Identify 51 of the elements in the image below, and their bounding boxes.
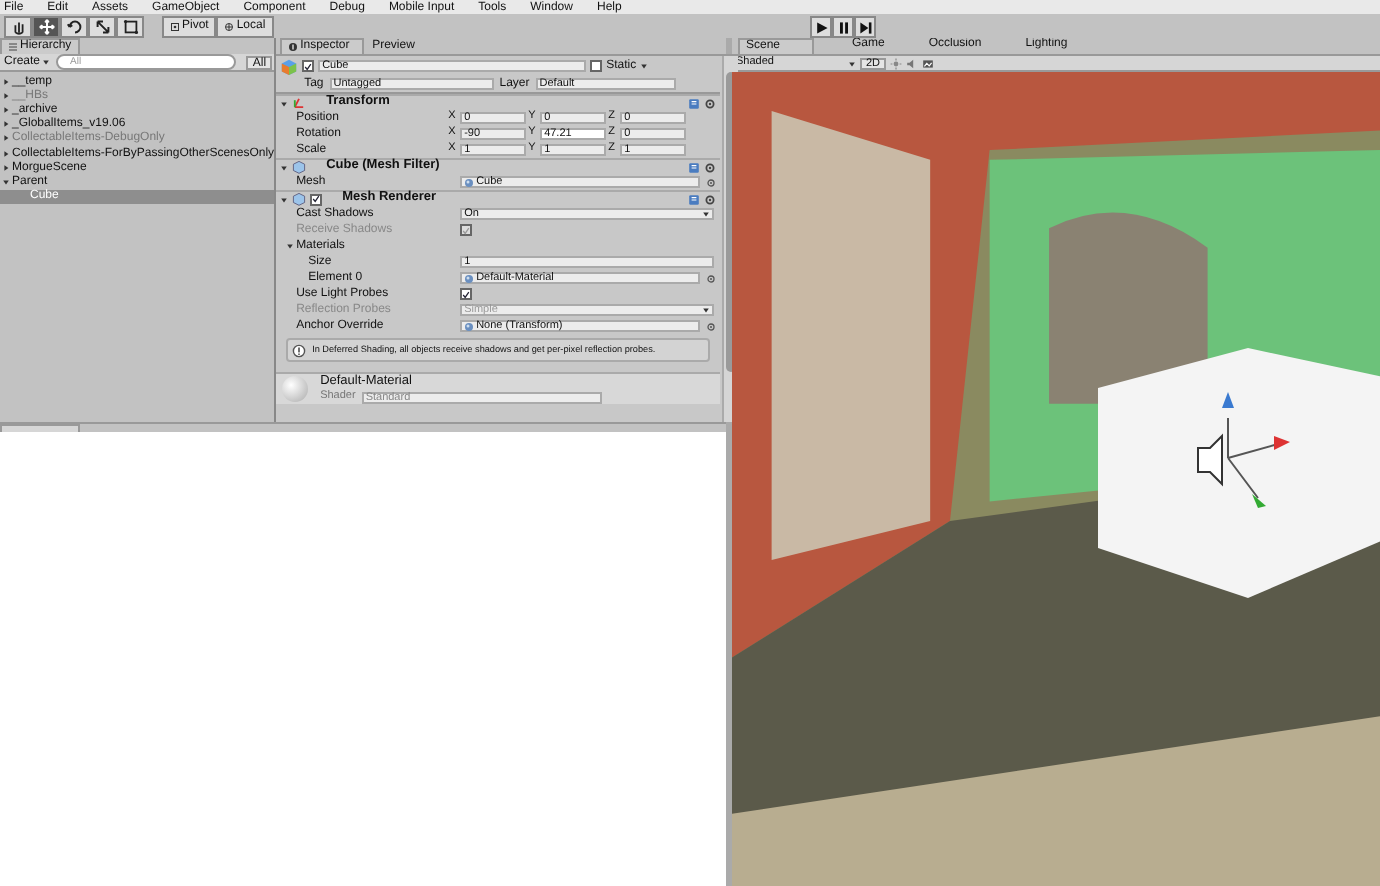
list-icon (8, 42, 18, 52)
caret-icon (848, 59, 856, 67)
scale-icon (93, 17, 111, 35)
help-icon (688, 193, 701, 205)
asset-icon (464, 321, 475, 331)
tool-button[interactable] (32, 15, 60, 37)
picker-icon (706, 273, 717, 283)
pause-button[interactable] (832, 16, 854, 38)
rect-icon (121, 17, 139, 35)
local-icon (224, 21, 235, 31)
cube-icon (280, 57, 299, 75)
pause-icon (835, 19, 851, 35)
check-icon (312, 194, 321, 204)
gear-icon (704, 97, 717, 109)
caret-icon (702, 306, 711, 314)
asset-icon (464, 177, 475, 187)
check-icon (304, 61, 313, 71)
rotate-icon (65, 17, 83, 35)
hand-icon (9, 17, 27, 35)
gear-icon (704, 193, 717, 205)
caret-icon (702, 210, 711, 218)
sun-icon (890, 57, 903, 69)
gear-icon (704, 161, 717, 173)
checkbox[interactable] (590, 60, 603, 72)
caret-icon (42, 58, 51, 66)
info-circle-icon (288, 42, 299, 52)
play-button[interactable] (810, 16, 832, 38)
help-icon (688, 97, 701, 109)
tool-button[interactable] (88, 15, 116, 37)
caret-icon (640, 62, 649, 70)
mesh-icon (292, 160, 307, 174)
warning-icon (292, 343, 307, 357)
asset-icon (464, 273, 475, 283)
tool-button[interactable] (4, 15, 32, 37)
pivot-icon (170, 21, 180, 31)
picker-icon (706, 321, 717, 331)
tool-button[interactable] (116, 15, 144, 37)
step-icon (857, 19, 873, 35)
move-arrows-icon (37, 17, 55, 35)
step-button[interactable] (854, 16, 876, 38)
image-icon (922, 57, 935, 69)
picker-icon (706, 177, 717, 187)
checkbox[interactable] (460, 288, 473, 300)
checkbox[interactable] (310, 193, 323, 205)
check-icon (462, 289, 471, 299)
tool-button[interactable] (60, 15, 88, 37)
axes-icon (292, 96, 307, 110)
check-icon (462, 225, 471, 235)
help-icon (688, 161, 701, 173)
mesh-renderer-icon (292, 192, 307, 206)
checkbox[interactable] (302, 60, 315, 72)
